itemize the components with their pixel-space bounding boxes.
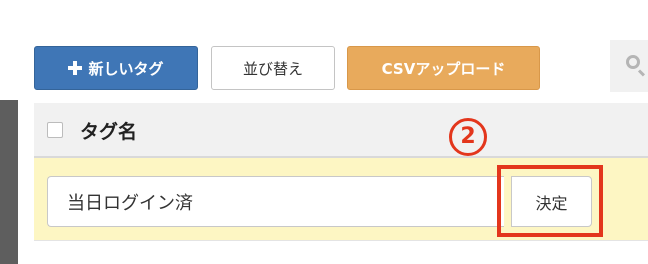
step-number: 2 — [460, 124, 476, 149]
tag-management-page: 新しいタグ 並び替え CSVアップロード タグ名 決定 2 — [0, 0, 648, 264]
new-tag-label: 新しいタグ — [88, 59, 164, 78]
new-tag-button[interactable]: 新しいタグ — [34, 46, 198, 90]
search-icon — [626, 55, 640, 69]
step-number-marker: 2 — [449, 118, 487, 156]
search-box[interactable] — [610, 40, 648, 92]
plus-icon — [68, 61, 83, 75]
annotation-highlight-box — [497, 165, 603, 237]
csv-upload-button[interactable]: CSVアップロード — [347, 46, 540, 90]
table-header: タグ名 — [34, 103, 648, 158]
sort-button[interactable]: 並び替え — [211, 46, 335, 90]
tag-name-input[interactable] — [47, 176, 504, 227]
tag-name-column-header: タグ名 — [80, 121, 138, 143]
sort-label: 並び替え — [242, 59, 303, 78]
select-all-checkbox[interactable] — [47, 122, 63, 138]
csv-upload-label: CSVアップロード — [381, 59, 506, 78]
sidebar-edge — [0, 100, 18, 264]
